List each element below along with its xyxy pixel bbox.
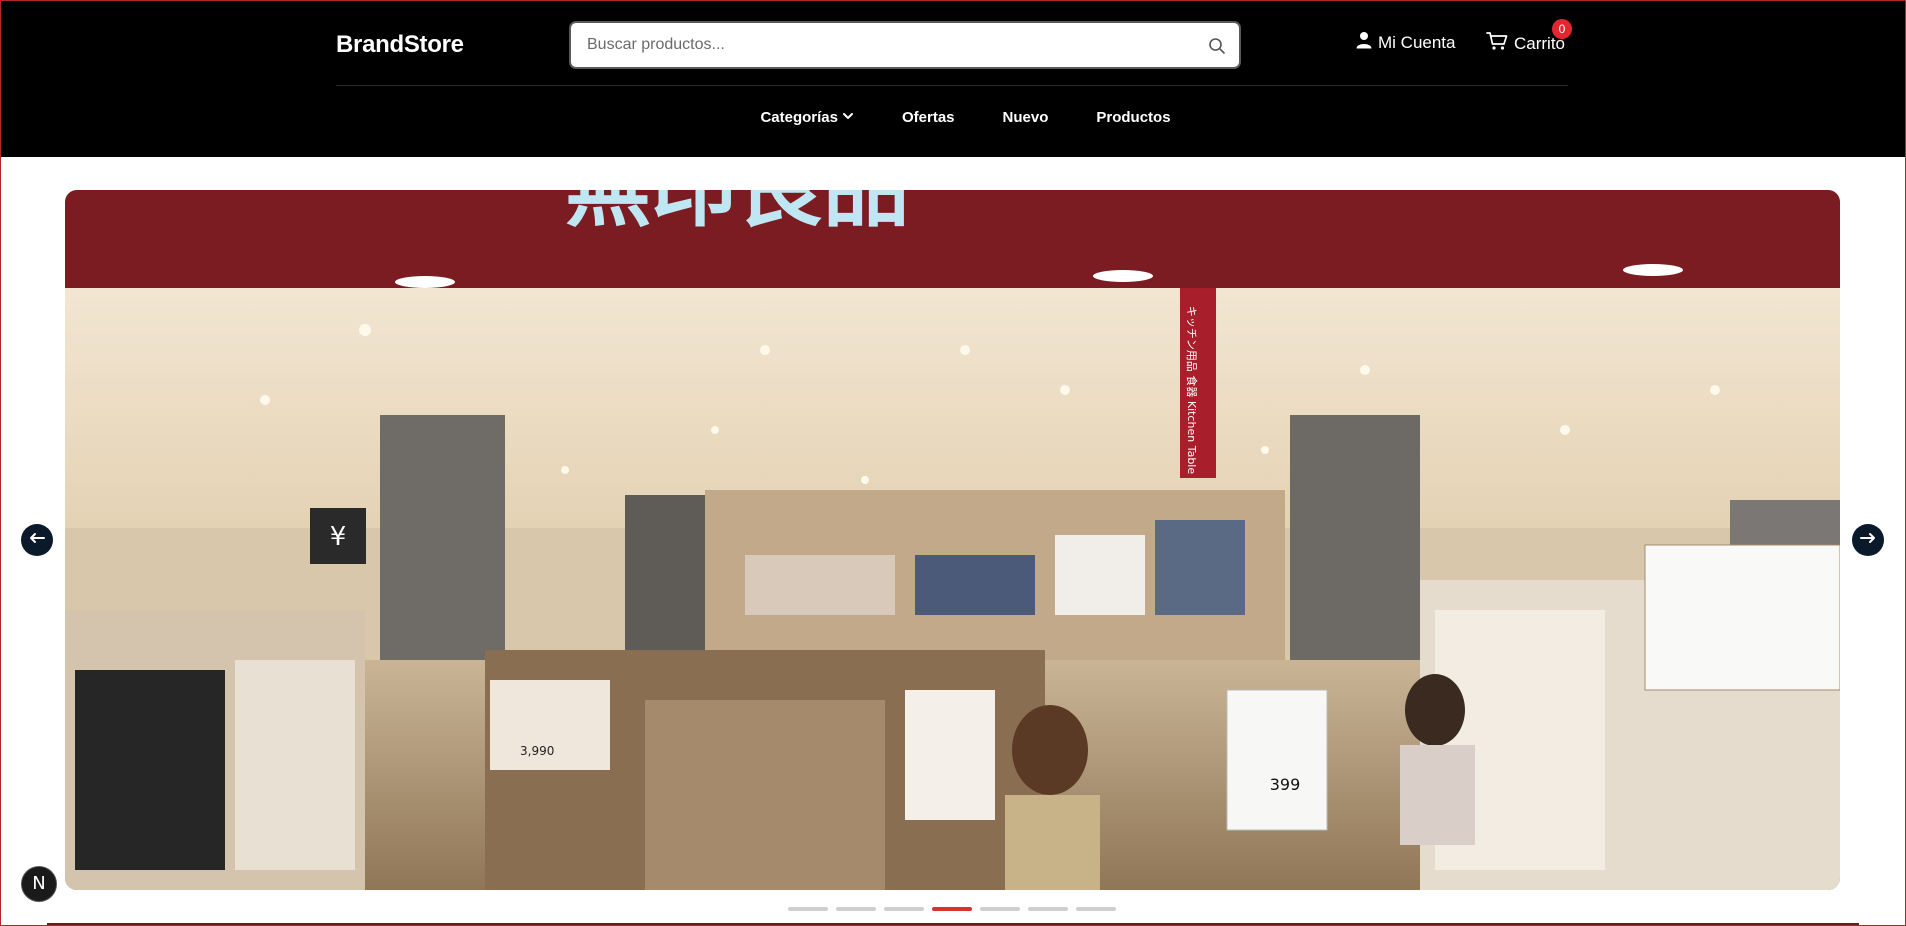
search-box: [569, 21, 1241, 69]
arrow-right-icon: [1860, 531, 1876, 549]
main-nav: Categorías Ofertas Nuevo Productos: [336, 109, 1568, 126]
price-tag-left: 3,990: [520, 744, 554, 758]
carousel-dot[interactable]: [1028, 907, 1068, 911]
nav-categorias[interactable]: Categorías: [760, 109, 854, 126]
cart-count-badge: 0: [1552, 19, 1572, 39]
brand-logo[interactable]: BrandStore: [336, 31, 464, 59]
carousel-indicators: [788, 907, 1116, 911]
account-label: Mi Cuenta: [1378, 32, 1456, 52]
chevron-down-icon: [842, 109, 854, 126]
carousel-dot[interactable]: [884, 907, 924, 911]
nav-ofertas[interactable]: Ofertas: [902, 109, 955, 126]
carousel-dot[interactable]: [788, 907, 828, 911]
price-tag-right: 399: [1270, 775, 1301, 794]
carousel-dot[interactable]: [836, 907, 876, 911]
site-header: BrandStore Mi Cuenta Carrito 0: [1, 1, 1905, 157]
nav-nuevo[interactable]: Nuevo: [1003, 109, 1049, 126]
carousel-dot[interactable]: [932, 907, 972, 911]
header-inner: BrandStore Mi Cuenta Carrito 0: [336, 1, 1572, 157]
banner-sign: 無印良品: [565, 190, 909, 239]
hero-slide-image: 無印良品 キッチン用品 食器 Kit: [65, 190, 1840, 890]
account-link[interactable]: Mi Cuenta: [1356, 31, 1455, 54]
search-input[interactable]: [571, 23, 1239, 67]
cart-icon: [1486, 31, 1508, 56]
header-divider: [336, 85, 1568, 86]
nav-productos[interactable]: Productos: [1096, 109, 1170, 126]
page: BrandStore Mi Cuenta Carrito 0: [0, 0, 1906, 926]
carousel-prev-button[interactable]: [21, 524, 53, 556]
carousel-dot[interactable]: [1076, 907, 1116, 911]
arrow-left-icon: [29, 531, 45, 549]
store-interior-illustration: 無印良品 キッチン用品 食器 Kit: [65, 190, 1840, 890]
carousel-next-button[interactable]: [1852, 524, 1884, 556]
carousel-dot[interactable]: [980, 907, 1020, 911]
floating-n-button[interactable]: N: [21, 866, 57, 902]
nav-label: Categorías: [760, 109, 838, 126]
yen-sign: ¥: [330, 522, 347, 552]
user-icon: [1356, 31, 1372, 54]
kitchen-hanging-sign: キッチン用品 食器 Kitchen Table: [1185, 306, 1199, 475]
search-icon[interactable]: [1207, 36, 1227, 56]
